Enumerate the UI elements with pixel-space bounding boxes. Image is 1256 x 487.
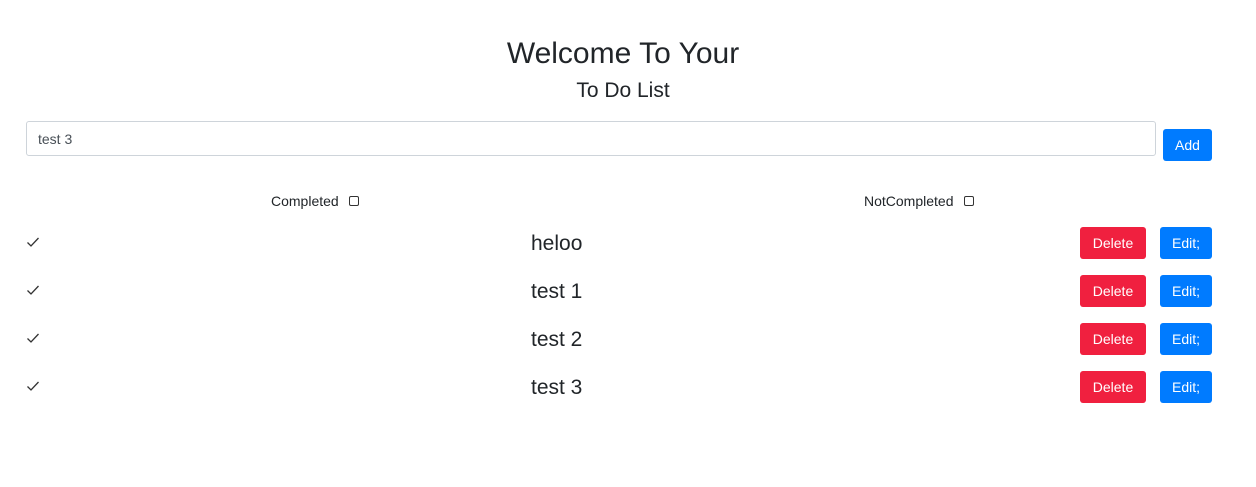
todo-row: heloo Delete Edit; [0,227,1256,261]
filter-not-completed-label: NotCompleted [864,193,954,209]
check-icon [27,285,39,295]
todo-app: Welcome To Your To Do List Add Completed… [0,0,1256,487]
delete-button[interactable]: Delete [1080,227,1146,259]
filter-not-completed[interactable]: NotCompleted [864,192,974,210]
check-icon [27,381,39,391]
todo-text: test 2 [531,328,583,351]
edit-button[interactable]: Edit; [1160,323,1212,355]
edit-button[interactable]: Edit; [1160,371,1212,403]
add-button[interactable]: Add [1163,129,1212,161]
filter-completed-label: Completed [271,193,339,209]
filter-completed[interactable]: Completed [271,192,359,210]
page-subtitle: To Do List [576,79,670,102]
todo-row: test 3 Delete Edit; [0,371,1256,405]
check-icon [27,333,39,343]
page-title: Welcome To Your [506,37,740,70]
todo-text: heloo [531,232,583,255]
filter-not-completed-checkbox[interactable] [963,196,974,206]
todo-row: test 1 Delete Edit; [0,275,1256,309]
edit-button[interactable]: Edit; [1160,227,1212,259]
todo-input[interactable] [26,121,1156,156]
edit-button[interactable]: Edit; [1160,275,1212,307]
delete-button[interactable]: Delete [1080,323,1146,355]
delete-button[interactable]: Delete [1080,371,1146,403]
todo-row: test 2 Delete Edit; [0,323,1256,357]
todo-text: test 1 [531,280,583,303]
todo-text: test 3 [531,376,583,399]
check-icon [27,237,39,247]
filter-completed-checkbox[interactable] [348,196,359,206]
delete-button[interactable]: Delete [1080,275,1146,307]
